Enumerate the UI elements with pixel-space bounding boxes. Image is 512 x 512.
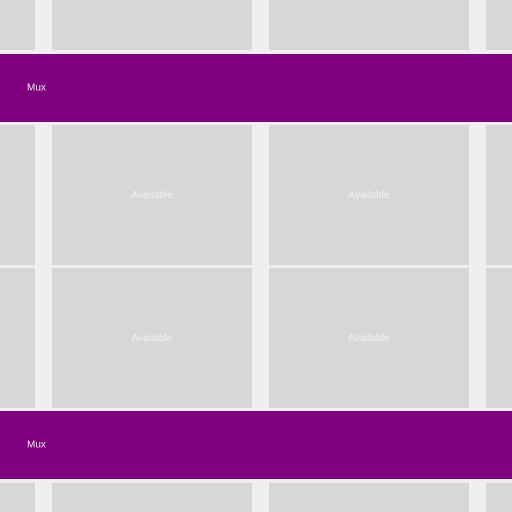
available-label: Available [348, 332, 390, 344]
grid-cell[interactable] [269, 483, 469, 512]
available-cell[interactable]: Available [269, 125, 469, 265]
available-label: Available [348, 189, 390, 201]
mux-label: Mux [27, 439, 46, 451]
grid-cell[interactable] [52, 483, 252, 512]
available-cell[interactable]: Available [269, 268, 469, 408]
grid-cell[interactable] [0, 125, 35, 265]
mux-label: Mux [27, 82, 46, 94]
grid-cell[interactable] [269, 0, 469, 50]
grid-cell[interactable] [52, 0, 252, 50]
grid-cell[interactable] [486, 268, 512, 408]
available-label: Available [131, 332, 173, 344]
grid-cell[interactable] [0, 483, 35, 512]
slot-grid: Mux Available Available Available Availa… [0, 0, 512, 512]
mux-bar[interactable]: Mux [0, 411, 512, 479]
grid-cell[interactable] [486, 125, 512, 265]
grid-cell[interactable] [486, 483, 512, 512]
available-cell[interactable]: Available [52, 125, 252, 265]
mux-bar[interactable]: Mux [0, 54, 512, 122]
grid-cell[interactable] [0, 0, 35, 50]
available-cell[interactable]: Available [52, 268, 252, 408]
grid-cell[interactable] [486, 0, 512, 50]
available-label: Available [131, 189, 173, 201]
grid-cell[interactable] [0, 268, 35, 408]
